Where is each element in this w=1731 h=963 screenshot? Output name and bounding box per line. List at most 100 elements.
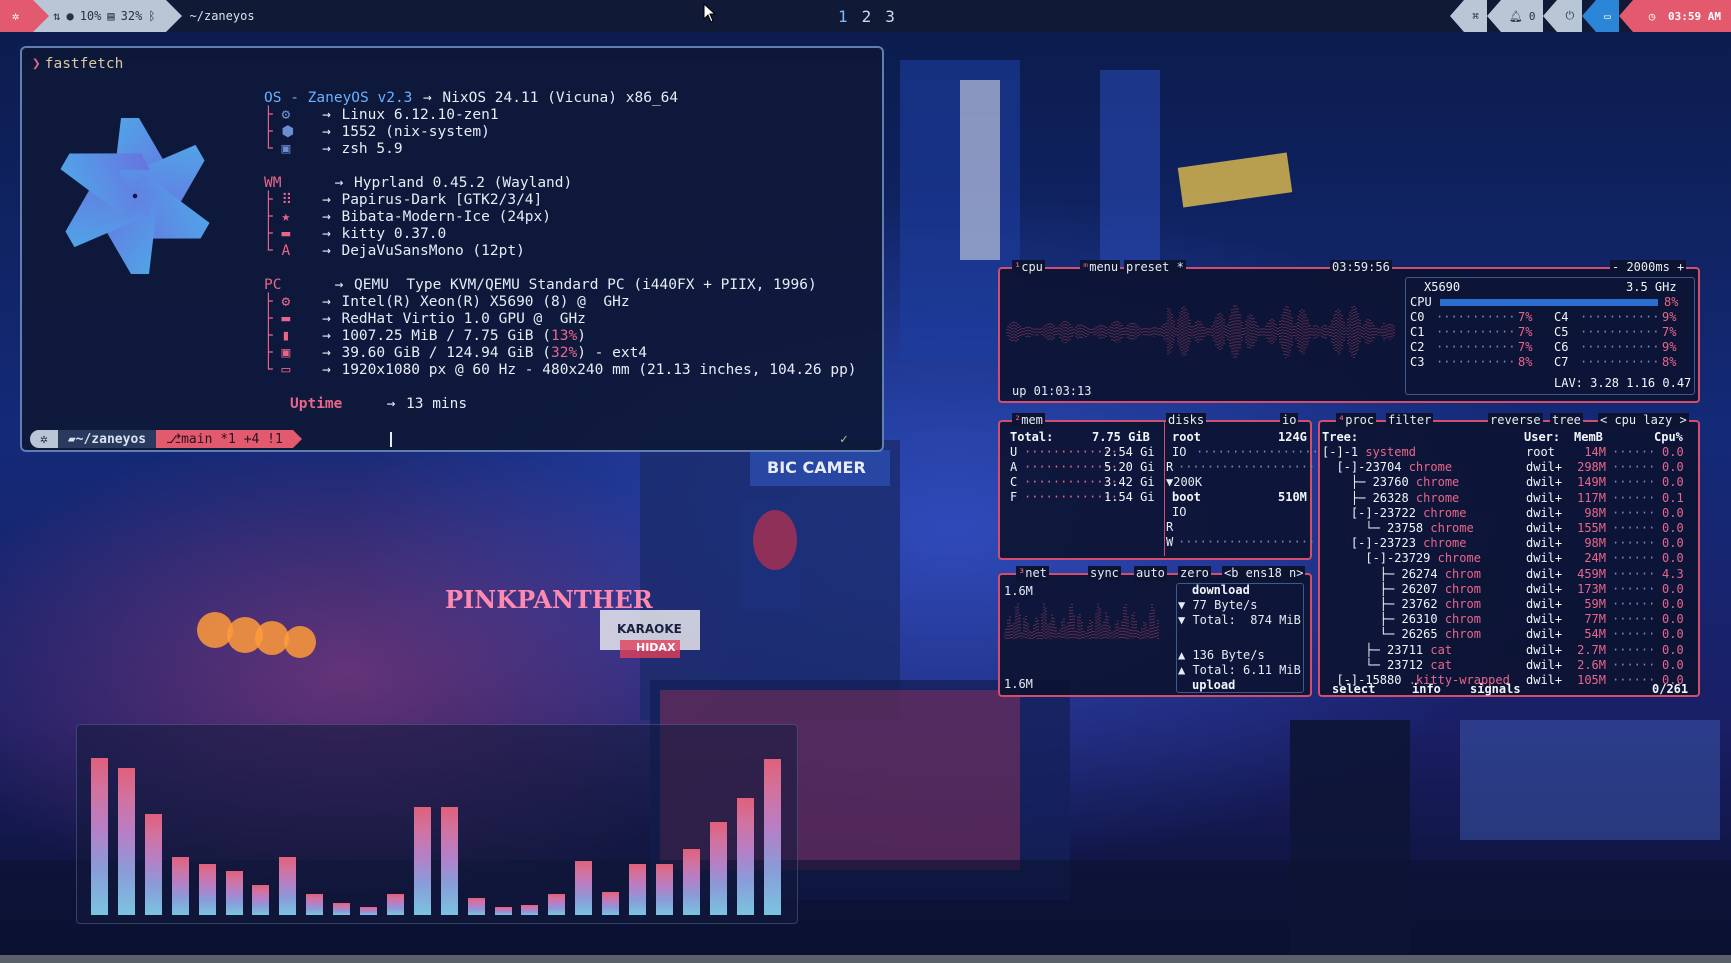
process-cpu: 0.0	[1662, 642, 1684, 657]
mem-row-key: U	[1010, 445, 1018, 459]
core-pct-c6: 9%	[1662, 340, 1677, 354]
sync-tab[interactable]: sync	[1090, 566, 1119, 580]
select-button[interactable]: select	[1332, 682, 1375, 697]
screen-button[interactable]: ▭	[1596, 0, 1619, 32]
workspace-3[interactable]: 3	[885, 7, 895, 26]
notification-count: 0	[1528, 9, 1536, 23]
tree-tab[interactable]: tree	[1552, 413, 1581, 427]
auto-tab[interactable]: auto	[1136, 566, 1165, 580]
process-tree: [-]-23704	[1322, 460, 1409, 475]
disks-tab[interactable]: disks	[1168, 413, 1204, 427]
interval-control[interactable]: - 2000ms +	[1612, 260, 1684, 274]
btop-cpu-panel: ¹cpu ᵐmenu preset * 03:59:56 - 2000ms + …	[998, 260, 1700, 403]
process-row[interactable]: [-]-23723 chrome dwil+ 98M ······ 0.0	[1322, 536, 1698, 551]
visualizer-bar	[736, 797, 754, 915]
process-name: chrome	[1415, 475, 1460, 490]
sort-selector[interactable]: < cpu lazy >	[1600, 413, 1687, 427]
visualizer-bar	[198, 864, 216, 915]
process-name: cat	[1430, 642, 1453, 657]
core-pct-c0: 7%	[1518, 310, 1533, 324]
mem-row-value: 1.54 Gi	[1104, 490, 1155, 504]
process-row[interactable]: [-]-23704 chrome dwil+ 298M ······ 0.0	[1322, 460, 1698, 475]
filter-tab[interactable]: filter	[1388, 413, 1431, 427]
workspace-1[interactable]: 1	[838, 7, 848, 26]
process-row[interactable]: ├─ 26207 chrom dwil+ 173M ······ 0.0	[1322, 582, 1698, 597]
cpu-tab[interactable]: cpu	[1021, 260, 1043, 274]
visualizer-bar	[91, 757, 108, 915]
folder-icon: ▰	[67, 431, 76, 447]
notifications[interactable]: 🔔︎ 0	[1500, 0, 1544, 32]
clock[interactable]: ◷ 03:59 AM	[1632, 0, 1731, 32]
text-cursor	[390, 432, 392, 447]
process-row[interactable]: └─ 23758 chrome dwil+ 155M ······ 0.0	[1322, 521, 1698, 536]
process-tree: [-]-23723	[1322, 536, 1424, 551]
cpu-freq: 3.5 GHz	[1626, 280, 1677, 294]
process-cpu: 0.0	[1662, 460, 1684, 475]
process-row[interactable]: ├─ 23711 cat dwil+ 2.7M ······ 0.0	[1322, 643, 1698, 658]
signals-button[interactable]: signals	[1470, 682, 1521, 697]
mem-row-value: 2.54 Gi	[1104, 445, 1155, 459]
mem-row-key: C	[1010, 475, 1018, 489]
power-menu[interactable]: ⏻	[1557, 0, 1583, 32]
interface-selector[interactable]: <b ens18 n>	[1224, 566, 1303, 580]
core-pct-c5: 7%	[1662, 325, 1677, 339]
zero-tab[interactable]: zero	[1180, 566, 1209, 580]
workspace-2[interactable]: 2	[862, 7, 872, 26]
gpu-icon: ▬	[281, 311, 291, 327]
io-tab[interactable]: io	[1282, 413, 1296, 427]
process-row[interactable]: ├─ 26310 chrom dwil+ 77M ······ 0.0	[1322, 612, 1698, 627]
cpu-icon: ●	[66, 9, 74, 23]
process-row[interactable]: ├─ 23762 chrom dwil+ 59M ······ 0.0	[1322, 597, 1698, 612]
process-mem: 459M	[1577, 566, 1606, 581]
core-pct-c4: 9%	[1662, 310, 1677, 324]
process-user: root	[1526, 445, 1555, 459]
process-mem: 59M	[1584, 597, 1606, 611]
info-button[interactable]: info	[1412, 682, 1441, 697]
process-row[interactable]: ├─ 26274 chrom dwil+ 459M ······ 4.3	[1322, 567, 1698, 582]
disk-boot: boot	[1172, 490, 1201, 504]
memory-icon: ▤	[107, 9, 115, 23]
launcher-button[interactable]: ✲	[0, 0, 50, 32]
process-cpu: 0.0	[1662, 521, 1684, 535]
gear-icon: ✲	[12, 9, 20, 23]
process-row[interactable]: [-]-23729 chrome dwil+ 24M ······ 0.0	[1322, 551, 1698, 566]
process-mem: 24M	[1584, 551, 1606, 566]
mem-tab[interactable]: mem	[1021, 413, 1043, 427]
process-tree: ├─ 26207	[1322, 581, 1445, 596]
process-tree: └─ 23758	[1322, 521, 1431, 535]
reverse-tab[interactable]: reverse	[1490, 413, 1541, 427]
git-branch-icon: ⎇	[166, 431, 182, 447]
visualizer-bar	[521, 904, 539, 915]
process-row[interactable]: └─ 23712 cat dwil+ 2.6M ······ 0.0	[1322, 658, 1698, 673]
process-cpu: 0.0	[1662, 597, 1684, 611]
process-row[interactable]: [-]-23722 chrome dwil+ 98M ······ 0.0	[1322, 506, 1698, 521]
mem-row-value: 3.42 Gi	[1104, 475, 1155, 489]
process-user: dwil+	[1526, 673, 1563, 687]
mem-row-key: A	[1010, 460, 1018, 474]
core-label-c5: C5	[1554, 325, 1569, 339]
visualizer-bar	[117, 768, 135, 915]
mem-total: 7.75 GiB	[1092, 430, 1150, 444]
process-row[interactable]: ├─ 23760 chrome dwil+ 149M ······ 0.0	[1322, 475, 1698, 490]
process-row[interactable]: └─ 26265 chrom dwil+ 54M ······ 0.0	[1322, 627, 1698, 642]
bottom-edge	[0, 955, 1731, 963]
visualizer-bar	[575, 860, 593, 915]
process-row[interactable]: [-]-1 systemd root 14M ······ 0.0	[1322, 445, 1698, 460]
nixos-logo	[48, 118, 222, 274]
network-status[interactable]: ⌘	[1464, 0, 1487, 32]
core-label-c1: C1	[1410, 325, 1425, 339]
menu-tab[interactable]: menu	[1089, 260, 1118, 274]
system-stats[interactable]: ⇅ ● 10% ▤ 32% ᛒ	[33, 0, 182, 32]
visualizer-bar	[494, 907, 512, 915]
preset-tab[interactable]: preset *	[1126, 260, 1184, 274]
terminal-window[interactable]: ❯ fastfetch OS - ZaneyOS v2.3 → NixOS 24.11…	[20, 46, 884, 452]
net-tab[interactable]: net	[1025, 566, 1047, 580]
visualizer-bar	[682, 848, 700, 915]
visualizer-bar	[306, 894, 324, 915]
proc-tab[interactable]: proc	[1345, 413, 1374, 427]
window-icon: ▬	[281, 226, 291, 242]
process-row[interactable]: ├─ 26328 chrome dwil+ 117M ······ 0.1	[1322, 491, 1698, 506]
process-user: dwil+	[1526, 657, 1563, 672]
process-cpu: 0.0	[1662, 581, 1684, 596]
sign-pinkpanther: PINKPANTHER	[445, 585, 654, 614]
